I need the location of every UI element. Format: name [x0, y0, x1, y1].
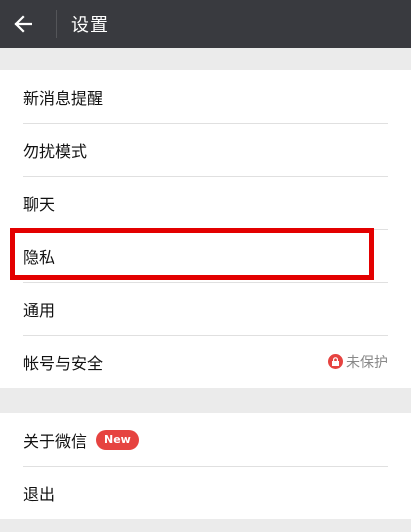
settings-group-about: 关于微信 New 退出: [0, 413, 411, 519]
setting-item-logout[interactable]: 退出: [0, 466, 411, 519]
setting-item-label: 帐号与安全: [23, 353, 104, 373]
back-button[interactable]: [0, 0, 46, 48]
header-divider: [56, 10, 57, 38]
setting-item-label: 退出: [23, 484, 56, 504]
new-badge: New: [96, 429, 139, 450]
security-status: 未保护: [328, 335, 388, 388]
setting-item-general[interactable]: 通用: [0, 282, 411, 335]
settings-group-main: 新消息提醒 勿扰模式 聊天 隐私 通用 帐号与安全 未保护: [0, 70, 411, 388]
setting-item-chat[interactable]: 聊天: [0, 176, 411, 229]
security-status-text: 未保护: [346, 354, 388, 371]
back-arrow-icon: [14, 15, 32, 33]
setting-item-label: 关于微信: [23, 431, 88, 451]
lock-icon: [328, 354, 343, 369]
setting-item-label: 新消息提醒: [23, 88, 104, 108]
setting-item-new-message-notifications[interactable]: 新消息提醒: [0, 70, 411, 123]
setting-item-privacy[interactable]: 隐私: [0, 229, 411, 282]
page-title: 设置: [71, 15, 109, 36]
top-bar: 设置: [0, 0, 411, 48]
setting-item-label: 通用: [23, 300, 56, 320]
setting-item-do-not-disturb[interactable]: 勿扰模式: [0, 123, 411, 176]
setting-item-label: 勿扰模式: [23, 141, 88, 161]
setting-item-account-security[interactable]: 帐号与安全 未保护: [0, 335, 411, 388]
setting-item-label: 隐私: [23, 247, 56, 267]
setting-item-label: 聊天: [23, 194, 56, 214]
setting-item-about-wechat[interactable]: 关于微信 New: [0, 413, 411, 466]
